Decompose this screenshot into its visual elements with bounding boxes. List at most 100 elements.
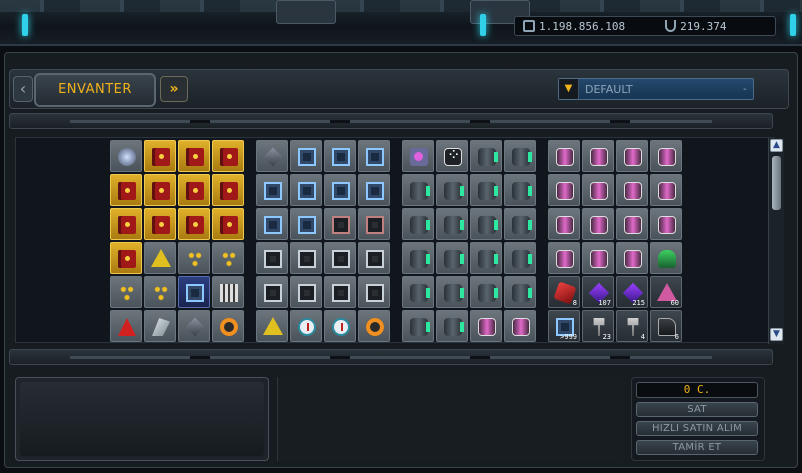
inventory-slot[interactable] — [504, 310, 536, 342]
inventory-slot[interactable] — [212, 208, 244, 240]
inventory-slot[interactable] — [144, 174, 176, 206]
prev-tab-button[interactable]: ‹ — [13, 76, 33, 102]
inventory-slot[interactable] — [402, 140, 434, 172]
inventory-slot[interactable] — [436, 140, 468, 172]
inventory-slot[interactable] — [256, 140, 288, 172]
inventory-slot[interactable] — [436, 208, 468, 240]
inventory-slot[interactable] — [402, 276, 434, 308]
inventory-slot[interactable] — [470, 140, 502, 172]
inventory-slot[interactable] — [650, 140, 682, 172]
inventory-slot[interactable] — [504, 140, 536, 172]
inventory-slot[interactable] — [470, 174, 502, 206]
inventory-slot[interactable] — [110, 276, 142, 308]
inventory-slot[interactable] — [504, 276, 536, 308]
inventory-slot[interactable]: 6 — [650, 310, 682, 342]
inventory-slot[interactable] — [650, 242, 682, 274]
inventory-slot[interactable] — [290, 242, 322, 274]
inventory-slot[interactable] — [144, 242, 176, 274]
inventory-slot[interactable] — [290, 276, 322, 308]
inventory-slot[interactable] — [436, 242, 468, 274]
inventory-slot[interactable] — [650, 208, 682, 240]
inventory-slot[interactable] — [110, 310, 142, 342]
inventory-slot[interactable] — [110, 242, 142, 274]
scroll-thumb[interactable] — [772, 156, 781, 210]
inventory-slot[interactable] — [144, 310, 176, 342]
inventory-slot[interactable]: 4 — [616, 310, 648, 342]
inventory-slot[interactable] — [358, 310, 390, 342]
inventory-slot[interactable] — [616, 140, 648, 172]
inventory-slot[interactable]: 8 — [548, 276, 580, 308]
inventory-slot[interactable] — [358, 140, 390, 172]
inventory-slot[interactable] — [324, 310, 356, 342]
quick-buy-button[interactable]: HIZLI SATIN ALIM — [636, 421, 758, 436]
inventory-slot[interactable] — [436, 310, 468, 342]
inventory-slot[interactable] — [548, 242, 580, 274]
inventory-slot[interactable]: 107 — [582, 276, 614, 308]
inventory-slot[interactable] — [436, 276, 468, 308]
inventory-slot[interactable] — [504, 242, 536, 274]
inventory-slot[interactable] — [290, 140, 322, 172]
tab-inventory[interactable]: ENVANTER — [34, 73, 156, 107]
inventory-slot[interactable] — [358, 242, 390, 274]
inventory-slot[interactable] — [256, 242, 288, 274]
inventory-scrollbar[interactable]: ▲ ▼ — [768, 138, 784, 344]
inventory-slot[interactable] — [178, 310, 210, 342]
inventory-slot[interactable] — [504, 174, 536, 206]
inventory-slot[interactable] — [144, 208, 176, 240]
inventory-slot[interactable] — [110, 174, 142, 206]
inventory-slot[interactable] — [144, 276, 176, 308]
inventory-slot[interactable] — [582, 208, 614, 240]
inventory-slot[interactable] — [548, 140, 580, 172]
inventory-slot[interactable] — [582, 140, 614, 172]
inventory-slot[interactable] — [178, 140, 210, 172]
inventory-slot[interactable] — [470, 242, 502, 274]
inventory-slot[interactable] — [324, 242, 356, 274]
inventory-slot[interactable] — [178, 208, 210, 240]
inventory-slot[interactable] — [650, 174, 682, 206]
inventory-slot[interactable] — [212, 310, 244, 342]
inventory-slot[interactable]: >999 — [548, 310, 580, 342]
inventory-slot[interactable]: 23 — [582, 310, 614, 342]
inventory-slot[interactable] — [470, 310, 502, 342]
repair-button[interactable]: TAMİR ET — [636, 440, 758, 455]
inventory-slot[interactable] — [548, 174, 580, 206]
inventory-slot[interactable] — [504, 208, 536, 240]
inventory-slot[interactable] — [178, 174, 210, 206]
chevron-down-icon[interactable]: ▼ — [559, 79, 579, 99]
inventory-slot[interactable] — [324, 174, 356, 206]
inventory-slot[interactable] — [324, 276, 356, 308]
inventory-slot[interactable] — [402, 174, 434, 206]
inventory-slot[interactable] — [582, 242, 614, 274]
inventory-slot[interactable] — [402, 242, 434, 274]
inventory-slot[interactable] — [212, 174, 244, 206]
inventory-slot[interactable] — [178, 242, 210, 274]
inventory-slot[interactable] — [212, 242, 244, 274]
inventory-slot[interactable] — [402, 208, 434, 240]
inventory-slot[interactable] — [110, 140, 142, 172]
inventory-slot[interactable] — [616, 242, 648, 274]
inventory-slot[interactable] — [256, 174, 288, 206]
inventory-slot[interactable] — [582, 174, 614, 206]
sell-button[interactable]: SAT — [636, 402, 758, 417]
inventory-slot[interactable]: 215 — [616, 276, 648, 308]
inventory-slot[interactable] — [290, 208, 322, 240]
inventory-slot[interactable] — [436, 174, 468, 206]
inventory-slot[interactable] — [290, 310, 322, 342]
inventory-slot[interactable] — [470, 276, 502, 308]
scroll-up-button[interactable]: ▲ — [770, 139, 783, 152]
inventory-slot[interactable] — [470, 208, 502, 240]
inventory-slot[interactable] — [144, 140, 176, 172]
inventory-slot[interactable] — [402, 310, 434, 342]
inventory-slot[interactable] — [324, 208, 356, 240]
next-tab-button[interactable]: » — [160, 76, 188, 102]
inventory-slot[interactable] — [616, 174, 648, 206]
inventory-slot[interactable] — [256, 208, 288, 240]
inventory-slot[interactable] — [256, 276, 288, 308]
inventory-slot[interactable] — [358, 174, 390, 206]
sort-dropdown[interactable]: ▼ DEFAULT - — [558, 78, 754, 100]
inventory-slot[interactable] — [358, 208, 390, 240]
inventory-slot[interactable] — [358, 276, 390, 308]
inventory-slot[interactable] — [110, 208, 142, 240]
inventory-slot[interactable] — [178, 276, 210, 308]
inventory-slot[interactable] — [616, 208, 648, 240]
